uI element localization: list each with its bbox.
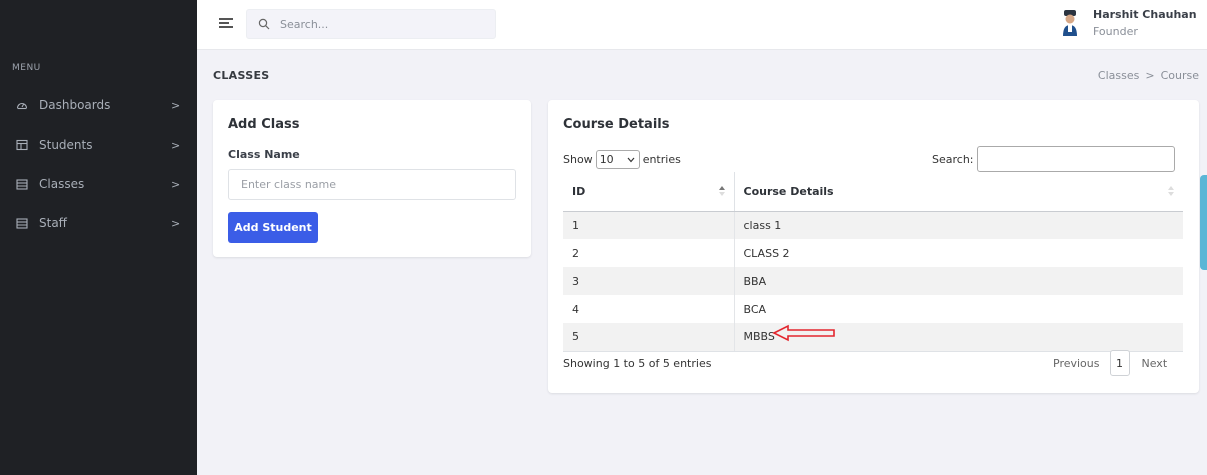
chevron-down-icon <box>627 157 635 162</box>
sidebar-item-students[interactable]: Students > <box>0 133 197 157</box>
sidebar-item-staff[interactable]: Staff > <box>0 211 197 235</box>
cell-course: class 1 <box>734 211 1183 239</box>
chevron-right-icon: > <box>171 177 181 191</box>
course-table: ID Course Details 1 class 1 2 CLASS 2 3 … <box>563 172 1183 352</box>
card-title: Add Class <box>228 117 300 132</box>
annotation-arrow-icon <box>772 324 835 342</box>
course-details-card: Course Details Show 10 entries Search: I… <box>548 100 1199 393</box>
cell-id: 5 <box>563 323 735 352</box>
sidebar: MENU Dashboards > Students > Classes > S… <box>0 0 197 475</box>
gauge-icon <box>16 102 28 110</box>
cell-id: 2 <box>563 239 735 267</box>
pagination: Previous 1 Next <box>1053 350 1167 376</box>
sidebar-item-classes[interactable]: Classes > <box>0 172 197 196</box>
hamburger-menu-icon[interactable] <box>219 16 233 30</box>
show-label: Show <box>563 153 593 166</box>
column-header-id[interactable]: ID <box>563 172 735 212</box>
table-search-input[interactable] <box>976 146 1175 172</box>
breadcrumb-item-classes[interactable]: Classes <box>1098 69 1139 82</box>
calendar-icon <box>16 218 28 229</box>
search-icon <box>258 18 270 30</box>
table-row[interactable]: 1 class 1 <box>563 211 1183 239</box>
table-icon <box>16 139 28 151</box>
sidebar-item-label: Classes <box>39 177 85 191</box>
add-class-card: Add Class Class Name Add Student <box>213 100 531 257</box>
search-input[interactable] <box>280 10 480 38</box>
cell-course: CLASS 2 <box>743 246 790 260</box>
entries-select-value: 10 <box>599 153 614 166</box>
class-name-label: Class Name <box>228 148 300 161</box>
table-filter: Search: <box>932 146 1175 172</box>
sort-asc-icon <box>718 186 725 196</box>
entries-length: Show 10 entries <box>563 150 681 169</box>
settings-side-tab[interactable] <box>1200 175 1207 270</box>
sidebar-item-label: Students <box>39 138 93 152</box>
page-title: CLASSES <box>213 69 270 82</box>
chevron-right-icon: > <box>171 98 181 112</box>
calendar-icon <box>16 179 28 190</box>
sidebar-item-label: Staff <box>39 216 67 230</box>
table-row[interactable]: 3 BBA <box>563 267 1183 295</box>
table-header-row: ID Course Details <box>563 172 1183 212</box>
class-name-input[interactable] <box>228 169 516 200</box>
cell-id: 1 <box>563 211 735 239</box>
card-title: Course Details <box>563 117 670 132</box>
column-header-course-details[interactable]: Course Details <box>734 172 1183 212</box>
cell-id: 4 <box>563 295 735 323</box>
chevron-right-icon: > <box>171 216 181 230</box>
sidebar-item-dashboards[interactable]: Dashboards > <box>0 93 197 117</box>
table-row[interactable]: 4 BCA <box>563 295 1183 323</box>
next-page-button[interactable]: Next <box>1142 357 1168 370</box>
table-row[interactable]: 2 CLASS 2 <box>563 239 1183 267</box>
user-role: Founder <box>1093 25 1138 38</box>
chevron-right-icon: > <box>171 138 181 152</box>
breadcrumb-item-course: Course <box>1160 69 1199 82</box>
user-profile[interactable]: Harshit Chauhan Founder <box>1062 6 1202 44</box>
page-1-button[interactable]: 1 <box>1109 350 1130 376</box>
avatar <box>1063 10 1077 36</box>
cell-course: BCA <box>743 302 767 316</box>
user-name: Harshit Chauhan <box>1093 8 1197 21</box>
topbar: Harshit Chauhan Founder <box>197 0 1207 50</box>
table-info: Showing 1 to 5 of 5 entries <box>563 357 712 370</box>
entries-select[interactable]: 10 <box>595 150 640 169</box>
entries-label: entries <box>642 153 681 166</box>
cell-id: 3 <box>563 267 735 295</box>
sidebar-item-label: Dashboards <box>39 98 111 112</box>
table-row[interactable]: 5 MBBS <box>563 323 1183 352</box>
previous-page-button[interactable]: Previous <box>1053 357 1100 370</box>
cell-course: BBA <box>734 267 1183 295</box>
search-box[interactable] <box>246 9 496 39</box>
sort-icon <box>1168 186 1174 196</box>
breadcrumb-separator: > <box>1145 69 1155 82</box>
filter-label: Search: <box>932 152 974 166</box>
menu-title: MENU <box>12 63 41 73</box>
add-student-button[interactable]: Add Student <box>228 212 318 243</box>
breadcrumb: Classes > Course <box>1098 69 1199 82</box>
